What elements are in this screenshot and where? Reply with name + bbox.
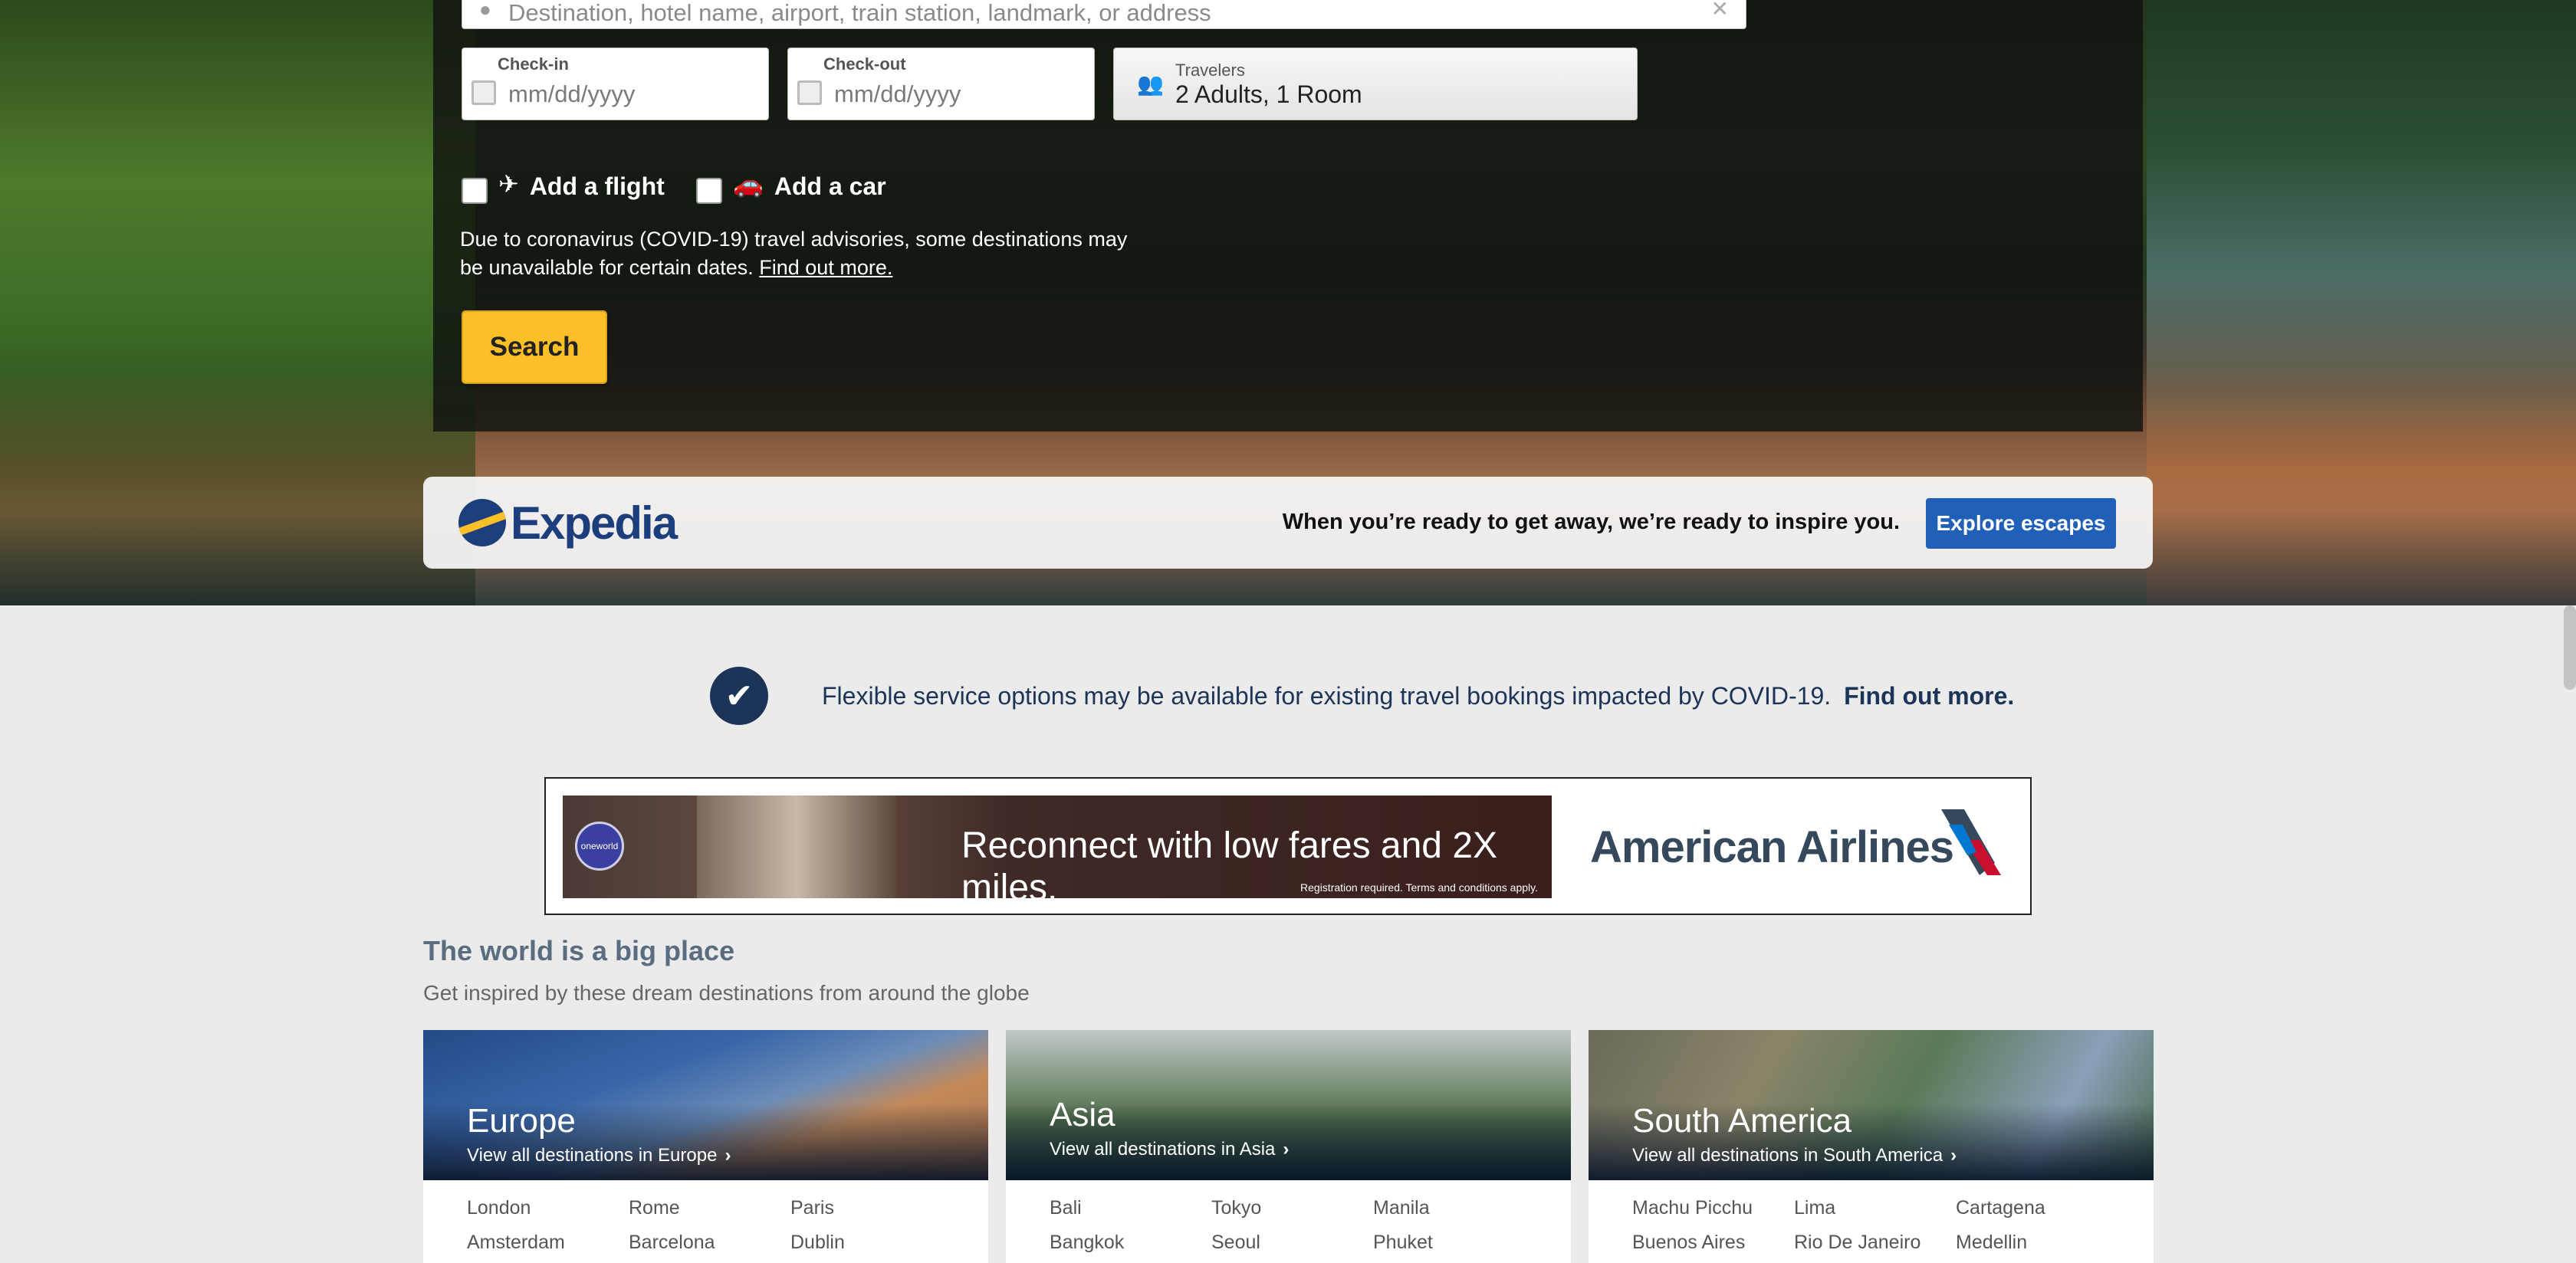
expedia-logo-text: Expedia: [511, 497, 678, 549]
chevron-right-icon: ›: [1283, 1139, 1290, 1160]
city-link[interactable]: Tokyo: [1211, 1197, 1373, 1219]
ad-fine-print: Registration required. Terms and conditi…: [1300, 881, 1538, 894]
view-all-south-america-link[interactable]: View all destinations in South America ›: [1632, 1145, 1957, 1166]
checkout-placeholder: mm/dd/yyyy: [834, 80, 961, 107]
travelers-label: Travelers: [1175, 61, 1245, 80]
covid-find-out-more-link[interactable]: Find out more.: [759, 256, 892, 279]
add-car-label: Add a car: [774, 172, 886, 200]
city-link[interactable]: Bali: [1050, 1197, 1211, 1219]
city-link[interactable]: Seoul: [1211, 1232, 1373, 1254]
add-car-checkbox[interactable]: [696, 178, 722, 204]
add-flight-checkbox[interactable]: [462, 178, 488, 204]
destination-placeholder: Destination, hotel name, airport, train …: [508, 0, 1211, 26]
covid-advisory: Due to coronavirus (COVID-19) travel adv…: [460, 225, 1150, 282]
city-link[interactable]: Machu Picchu: [1632, 1197, 1794, 1219]
view-all-asia-link[interactable]: View all destinations in Asia ›: [1050, 1139, 1289, 1160]
location-pin-icon: ●: [479, 0, 491, 21]
chevron-right-icon: ›: [724, 1145, 731, 1166]
checkmark-icon: ✔: [710, 667, 768, 725]
travelers-icon: 👥: [1137, 72, 1164, 96]
destination-card-south-america[interactable]: South America View all destinations in S…: [1589, 1030, 2154, 1263]
city-link[interactable]: Lima: [1794, 1197, 1956, 1219]
notice-text: Flexible service options may be availabl…: [822, 681, 1832, 710]
city-link[interactable]: Manila: [1373, 1197, 1535, 1219]
travelers-value: 2 Adults, 1 Room: [1175, 80, 1362, 108]
region-title: South America: [1632, 1102, 1852, 1140]
destinations-subtitle: Get inspired by these dream destinations…: [423, 981, 1030, 1005]
notice-find-out-more-link[interactable]: Find out more.: [1844, 682, 2014, 710]
clear-icon[interactable]: ✕: [1711, 0, 1729, 21]
ad-banner-image: oneworld Reconnect with low fares and 2X…: [563, 796, 1552, 898]
notice-text-wrap: Flexible service options may be availabl…: [822, 682, 2014, 710]
city-link[interactable]: Barcelona: [629, 1232, 790, 1254]
city-link[interactable]: Rio De Janeiro: [1794, 1232, 1956, 1254]
checkin-field[interactable]: Check-in mm/dd/yyyy: [462, 48, 769, 120]
city-link[interactable]: Paris: [790, 1197, 952, 1219]
american-airlines-logo-text: American Airlines: [1590, 822, 1954, 872]
add-flight-label: Add a flight: [529, 172, 665, 200]
search-button[interactable]: Search: [462, 310, 607, 384]
checkin-label: Check-in: [498, 54, 569, 74]
destination-card-europe[interactable]: Europe View all destinations in Europe › …: [423, 1030, 988, 1263]
expedia-logo-icon: [458, 499, 506, 546]
expedia-promo-bar: Expedia When you’re ready to get away, w…: [423, 477, 2153, 569]
city-link[interactable]: Bangkok: [1050, 1232, 1211, 1254]
destination-input[interactable]: ● Destination, hotel name, airport, trai…: [462, 0, 1746, 29]
page-scrollbar[interactable]: [2564, 605, 2576, 690]
checkout-label: Check-out: [823, 54, 906, 74]
region-title: Europe: [467, 1102, 576, 1140]
city-link[interactable]: Cartagena: [1956, 1197, 2118, 1219]
destinations-title: The world is a big place: [423, 935, 735, 966]
explore-escapes-button[interactable]: Explore escapes: [1926, 498, 2116, 549]
calendar-icon: [472, 80, 496, 105]
chevron-right-icon: ›: [1950, 1145, 1957, 1166]
city-link[interactable]: Medellin: [1956, 1232, 2118, 1254]
american-airlines-flight-symbol-icon: [1941, 809, 2001, 875]
city-link[interactable]: Rome: [629, 1197, 790, 1219]
ad-photo: [697, 796, 896, 898]
region-title: Asia: [1050, 1096, 1116, 1133]
city-link[interactable]: London: [467, 1197, 629, 1219]
destination-card-asia[interactable]: Asia View all destinations in Asia › Bali…: [1006, 1030, 1571, 1263]
expedia-logo[interactable]: Expedia: [458, 494, 678, 552]
promo-tagline: When you’re ready to get away, we’re rea…: [1282, 510, 1900, 534]
calendar-icon: [797, 80, 822, 105]
airplane-icon: ✈: [498, 170, 519, 198]
city-link[interactable]: Amsterdam: [467, 1232, 629, 1254]
city-link[interactable]: Buenos Aires: [1632, 1232, 1794, 1254]
city-list: Machu Picchu Lima Cartagena Buenos Aires…: [1632, 1197, 2123, 1254]
view-all-europe-link[interactable]: View all destinations in Europe ›: [467, 1145, 731, 1166]
flexible-service-notice: ✔ Flexible service options may be availa…: [710, 667, 2014, 725]
american-airlines-ad[interactable]: oneworld Reconnect with low fares and 2X…: [544, 777, 2032, 915]
city-link[interactable]: Phuket: [1373, 1232, 1535, 1254]
city-list: Bali Tokyo Manila Bangkok Seoul Phuket: [1050, 1197, 1540, 1254]
checkout-field[interactable]: Check-out mm/dd/yyyy: [787, 48, 1095, 120]
city-link[interactable]: Dublin: [790, 1232, 952, 1254]
car-icon: 🚗: [733, 170, 764, 198]
city-list: London Rome Paris Amsterdam Barcelona Du…: [467, 1197, 958, 1254]
checkin-placeholder: mm/dd/yyyy: [508, 80, 636, 107]
add-car-option[interactable]: 🚗 Add a car: [696, 169, 886, 204]
travelers-field[interactable]: 👥 Travelers 2 Adults, 1 Room: [1113, 48, 1638, 120]
oneworld-badge: oneworld: [575, 822, 624, 871]
add-flight-option[interactable]: ✈ Add a flight: [462, 169, 665, 204]
